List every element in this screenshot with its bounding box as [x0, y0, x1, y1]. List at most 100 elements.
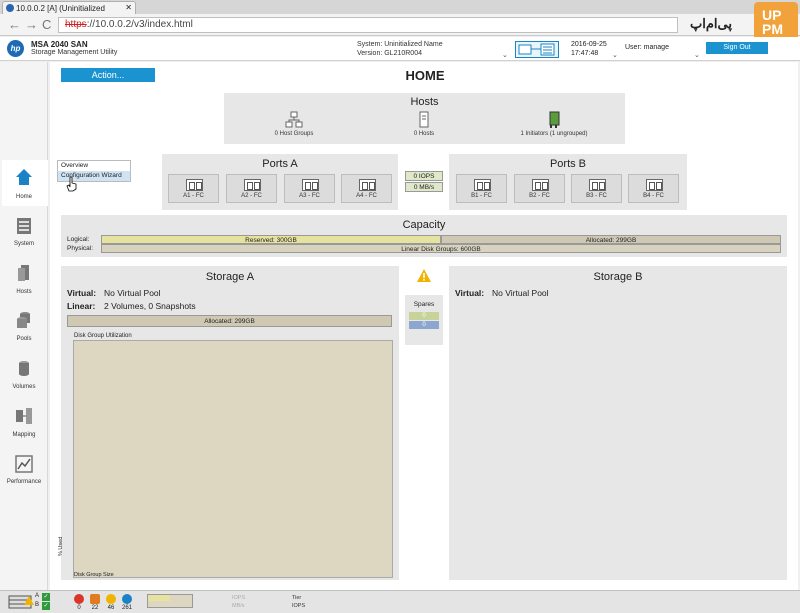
sidebar-item-hosts[interactable]: Hosts	[0, 260, 48, 304]
status-mbs-label: MB/s	[232, 603, 245, 609]
initiators-label: 1 Initiators (1 ungrouped)	[520, 131, 588, 137]
system-date: 2016-09-25	[571, 41, 607, 48]
port-b1[interactable]: B1 - FC	[456, 174, 507, 203]
ports-b-panel[interactable]: Ports B B1 - FC B2 - FC B3 - FC B4 - FC	[449, 154, 687, 210]
disk-group-utilization-chart[interactable]	[73, 340, 393, 578]
address-bar[interactable]: https://10.0.0.2/v3/index.html	[58, 17, 678, 33]
system-icon	[17, 218, 31, 234]
host-server-icon	[419, 111, 429, 128]
physical-bar[interactable]: Linear Disk Groups: 600GB	[101, 244, 781, 253]
port-label: A2 - FC	[241, 193, 262, 199]
system-topology-icon[interactable]	[515, 41, 559, 58]
controller-a-ok-icon[interactable]: ✓	[42, 593, 50, 601]
sidebar-item-system[interactable]: System	[0, 212, 48, 256]
spares-panel[interactable]: Spares 0 0	[405, 295, 443, 345]
sidebar-item-performance[interactable]: Performance	[0, 452, 48, 496]
tab-title: 10.0.0.2 [A] (Uninitialized	[16, 4, 105, 13]
port-a3[interactable]: A3 - FC	[284, 174, 335, 203]
status-tier-iops-label: IOPS	[292, 603, 306, 609]
health-warning-icon[interactable]	[24, 596, 34, 605]
watermark-logo-text: UP PM	[762, 7, 783, 37]
system-chevron-down-icon[interactable]: ⌄	[502, 51, 508, 59]
sidebar-item-mapping[interactable]: Mapping	[0, 404, 48, 448]
host-groups-icon	[285, 111, 303, 128]
sign-out-button[interactable]: Sign Out	[706, 42, 768, 54]
controller-b-ok-icon[interactable]: ✓	[42, 602, 50, 610]
sidebar-item-volumes[interactable]: Volumes	[0, 356, 48, 400]
user-label[interactable]: User: manage	[625, 44, 669, 51]
fc-port-icon	[186, 179, 203, 191]
status-iops-label: IOPS	[232, 595, 246, 601]
port-label: B4 - FC	[643, 193, 664, 199]
app-title: MSA 2040 SAN	[31, 40, 88, 49]
dgu-x-axis-label: Disk Group Size	[74, 572, 114, 578]
sidebar-item-label: Volumes	[12, 384, 36, 390]
reload-icon[interactable]: C	[42, 17, 51, 33]
hp-logo-text: hp	[10, 44, 21, 53]
menu-item-overview[interactable]: Overview	[58, 161, 130, 171]
status-tier-label: Tier	[292, 595, 302, 601]
page-title: HOME	[405, 68, 445, 83]
critical-alert-icon[interactable]	[74, 594, 84, 604]
pools-icon	[17, 312, 30, 328]
fc-port-icon	[244, 179, 261, 191]
ports-a-panel[interactable]: Ports A A1 - FC A2 - FC A3 - FC A4 - FC	[162, 154, 398, 210]
port-label: A4 - FC	[356, 193, 377, 199]
storage-b-title: Storage B	[593, 271, 643, 283]
dgu-y-axis-label: % Used	[58, 536, 64, 556]
port-label: B3 - FC	[586, 193, 607, 199]
system-name[interactable]: System: Uninitialized Name	[357, 40, 443, 49]
info-alert-icon[interactable]	[122, 594, 132, 604]
spares-title: Spares	[413, 301, 435, 308]
sidebar-item-label: Mapping	[12, 432, 36, 438]
warning-icon[interactable]	[416, 268, 432, 283]
port-label: A3 - FC	[299, 193, 320, 199]
port-label: B2 - FC	[529, 193, 550, 199]
port-b2[interactable]: B2 - FC	[514, 174, 565, 203]
capacity-mini-gauge[interactable]	[147, 594, 193, 608]
forward-icon[interactable]: →	[25, 17, 38, 33]
iops-readout: 0 IOPS	[405, 171, 443, 181]
datetime-chevron-down-icon[interactable]: ⌄	[612, 51, 618, 59]
home-icon	[16, 169, 32, 185]
error-alert-icon[interactable]	[90, 594, 100, 604]
critical-alert-count: 0	[77, 605, 81, 611]
allocated-bar[interactable]: Allocated: 299GB	[441, 235, 781, 244]
port-b4[interactable]: B4 - FC	[628, 174, 679, 203]
system-version: Version: GL210R004	[357, 50, 422, 57]
fc-port-icon	[302, 179, 319, 191]
port-a1[interactable]: A1 - FC	[168, 174, 219, 203]
reserved-bar[interactable]: Reserved: 300GB	[101, 235, 441, 244]
warning-alert-icon[interactable]	[106, 594, 116, 604]
back-icon[interactable]: ←	[8, 17, 21, 33]
storage-a-allocated-bar[interactable]: Allocated: 299GB	[67, 315, 392, 327]
hosts-panel[interactable]: Hosts 0 Host Groups 0 Hosts 1 Initiators…	[224, 93, 625, 144]
system-time: 17:47:48	[571, 50, 599, 57]
error-alert-count: 22	[91, 605, 99, 611]
port-b3[interactable]: B3 - FC	[571, 174, 622, 203]
action-button[interactable]: Action...	[61, 68, 155, 82]
capacity-mini-reserved	[148, 595, 170, 601]
browser-tab[interactable]: 10.0.0.2 [A] (Uninitialized ✕	[2, 1, 136, 14]
host-groups-item[interactable]: 0 Host Groups	[264, 111, 324, 137]
controller-a-label: A	[35, 593, 40, 599]
user-chevron-down-icon[interactable]: ⌄	[694, 51, 700, 59]
port-a2[interactable]: A2 - FC	[226, 174, 277, 203]
port-label: B1 - FC	[471, 193, 492, 199]
sidebar-item-label: Pools	[16, 336, 32, 342]
storage-b-panel[interactable]: Storage B Virtual: No Virtual Pool	[449, 266, 787, 580]
initiator-card-icon	[549, 111, 560, 128]
mbs-readout: 0 MB/s	[405, 182, 443, 192]
port-a4[interactable]: A4 - FC	[341, 174, 392, 203]
storage-a-title: Storage A	[205, 271, 255, 283]
sidebar-item-label: Home	[15, 194, 32, 200]
sidebar-item-home[interactable]: Home	[0, 164, 48, 208]
fc-port-icon	[359, 179, 376, 191]
storage-b-virtual-label: Virtual:	[455, 288, 485, 298]
close-tab-icon[interactable]: ✕	[125, 3, 132, 12]
fc-port-icon	[646, 179, 663, 191]
sidebar-item-pools[interactable]: Pools	[0, 308, 48, 352]
hosts-item[interactable]: 0 Hosts	[399, 111, 449, 137]
initiators-item[interactable]: 1 Initiators (1 ungrouped)	[509, 111, 599, 137]
capacity-panel[interactable]: Capacity Logical: Physical: Reserved: 30…	[61, 215, 787, 257]
